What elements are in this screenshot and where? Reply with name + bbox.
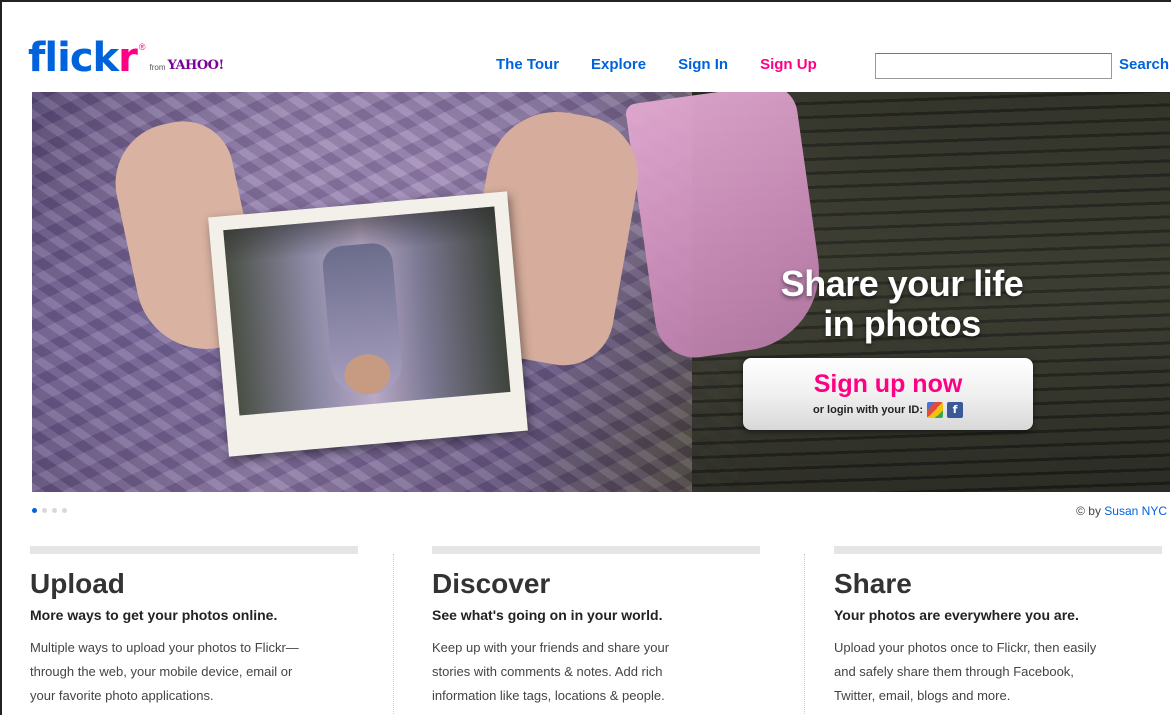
- facebook-icon[interactable]: f: [947, 402, 963, 418]
- login-with-id-row: or login with your ID: f: [743, 402, 1033, 418]
- hero-banner: Share your life in photos Sign up now or…: [32, 92, 1170, 492]
- column-title: Discover: [432, 568, 551, 599]
- column-description: Keep up with your friends and share your…: [432, 636, 760, 708]
- carousel-dot-1[interactable]: [32, 508, 37, 513]
- nav-link-explore[interactable]: Explore: [591, 56, 646, 73]
- column-title: Upload: [30, 568, 125, 599]
- carousel-dot-2[interactable]: [42, 508, 47, 513]
- column-line: and safely share them through Facebook,: [834, 664, 1074, 679]
- hero-headline-line2: in photos: [823, 303, 981, 344]
- column-top-bar: [30, 546, 358, 554]
- column-line: Upload your photos once to Flickr, then …: [834, 640, 1097, 655]
- hero-headline: Share your life in photos: [732, 264, 1072, 344]
- column-subtitle: Your photos are everywhere you are.: [834, 607, 1079, 623]
- logo-text-main: flick: [28, 35, 119, 81]
- hero-headline-line1: Share your life: [780, 263, 1024, 304]
- column-top-bar: [834, 546, 1162, 554]
- carousel-dots: [32, 508, 72, 513]
- column-divider: [804, 554, 805, 715]
- yahoo-logo: YAHOO!: [167, 58, 225, 73]
- column-subtitle: More ways to get your photos online.: [30, 607, 278, 623]
- column-line: Twitter, email, blogs and more.: [834, 688, 1011, 703]
- column-title: Share: [834, 568, 912, 599]
- hero-held-photo: [208, 191, 528, 457]
- page-frame: flick r ® from YAHOO! The Tour Explore Sig…: [0, 0, 1171, 715]
- carousel-dot-3[interactable]: [52, 508, 57, 513]
- sign-up-now-button[interactable]: Sign up now or login with your ID: f: [743, 358, 1033, 430]
- login-with-id-label: or login with your ID:: [813, 404, 923, 416]
- sign-up-now-label: Sign up now: [813, 370, 963, 398]
- feature-column-upload: Upload More ways to get your photos onli…: [30, 546, 358, 708]
- photo-credit: © by Susan NYC: [1076, 504, 1167, 518]
- column-top-bar: [432, 546, 760, 554]
- column-line: information like tags, locations & peopl…: [432, 688, 665, 703]
- column-line: through the web, your mobile device, ema…: [30, 664, 293, 679]
- nav-link-sign-up[interactable]: Sign Up: [760, 56, 817, 73]
- nav-link-sign-in[interactable]: Sign In: [678, 56, 728, 73]
- column-line: your favorite photo applications.: [30, 688, 214, 703]
- column-subtitle: See what's going on in your world.: [432, 607, 663, 623]
- carousel-dot-4[interactable]: [62, 508, 67, 513]
- feature-column-discover: Discover See what's going on in your wor…: [432, 546, 760, 708]
- search-button[interactable]: Search: [1119, 56, 1169, 73]
- search-input[interactable]: [875, 53, 1112, 79]
- google-icon[interactable]: [927, 402, 943, 418]
- column-line: Multiple ways to upload your photos to F…: [30, 640, 299, 655]
- column-divider: [393, 554, 394, 715]
- logo-from-text: from: [149, 63, 166, 72]
- logo-text-accent: r: [118, 35, 138, 81]
- logo-registered-mark: ®: [138, 42, 146, 52]
- column-line: Keep up with your friends and share your: [432, 640, 670, 655]
- column-description: Upload your photos once to Flickr, then …: [834, 636, 1162, 708]
- flickr-logo[interactable]: flick r ® from YAHOO!: [28, 35, 225, 81]
- feature-column-share: Share Your photos are everywhere you are…: [834, 546, 1162, 708]
- column-line: stories with comments & notes. Add rich: [432, 664, 663, 679]
- photo-credit-author-link[interactable]: Susan NYC: [1104, 504, 1167, 518]
- photo-credit-prefix: © by: [1076, 504, 1101, 518]
- column-description: Multiple ways to upload your photos to F…: [30, 636, 358, 708]
- main-nav: The Tour Explore Sign In Sign Up: [496, 56, 849, 73]
- nav-link-the-tour[interactable]: The Tour: [496, 56, 559, 73]
